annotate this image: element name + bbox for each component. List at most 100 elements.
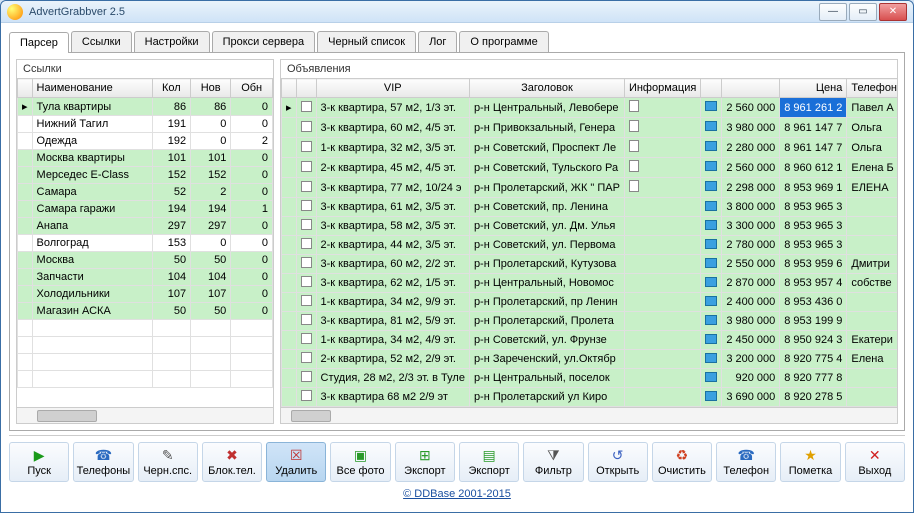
toolbar-Очистить[interactable]: ♻Очистить — [652, 442, 712, 482]
footer: © DDBase 2001-2015 — [9, 484, 905, 504]
link-row[interactable]: Нижний Тагил19100 — [18, 116, 273, 133]
ad-row[interactable]: 1-к квартира, 34 м2, 9/9 эт.р-н Пролетар… — [282, 293, 898, 312]
vip-checkbox[interactable] — [301, 257, 312, 268]
toolbar-Черн.спс.[interactable]: ✎Черн.спс. — [138, 442, 198, 482]
vip-checkbox[interactable] — [301, 181, 312, 192]
link-row[interactable]: ▸Тула квартиры86860 — [18, 98, 273, 116]
toolbar-Открыть[interactable]: ↺Открыть — [588, 442, 648, 482]
toolbar-Все фото[interactable]: ▣Все фото — [330, 442, 390, 482]
photo-icon — [705, 239, 717, 249]
photo-icon — [705, 181, 717, 191]
minimize-button[interactable]: — — [819, 3, 847, 21]
photo-icon — [705, 121, 717, 131]
links-title: Ссылки — [17, 60, 273, 78]
ad-row[interactable]: 3-к квартира, 58 м2, 3/5 эт.р-н Советски… — [282, 217, 898, 236]
links-pane: Ссылки НаименованиеКолНовОбн▸Тула кварти… — [16, 59, 274, 424]
toolbar-Пометка[interactable]: ★Пометка — [780, 442, 840, 482]
link-row[interactable]: Холодильники1071070 — [18, 286, 273, 303]
tab-bar: ПарсерСсылкиНастройкиПрокси сервераЧерны… — [9, 31, 905, 53]
link-row[interactable]: Анапа2972970 — [18, 218, 273, 235]
toolbar-Телефоны[interactable]: ☎Телефоны — [73, 442, 133, 482]
toolbar-Телефон[interactable]: ☎Телефон — [716, 442, 776, 482]
link-row[interactable]: Самара5220 — [18, 184, 273, 201]
link-row[interactable]: Москва квартиры1011010 — [18, 150, 273, 167]
photo-icon — [705, 277, 717, 287]
photo-icon — [705, 161, 717, 171]
photo-icon — [705, 101, 717, 111]
ad-row[interactable]: 3-к квартира, 81 м2, 5/9 эт.р-н Пролетар… — [282, 312, 898, 331]
link-row[interactable]: Одежда19202 — [18, 133, 273, 150]
toolbar-Выход[interactable]: ✕Выход — [845, 442, 905, 482]
ad-row[interactable]: 2-к квартира, 52 м2, 2/9 эт.р-н Зареченс… — [282, 350, 898, 369]
ad-row[interactable]: 3-к квартира, 60 м2, 4/5 эт.р-н Привокза… — [282, 118, 898, 138]
link-row[interactable]: Мерседес E-Class1521520 — [18, 167, 273, 184]
vip-checkbox[interactable] — [301, 200, 312, 211]
ad-row[interactable]: 3-к квартира, 77 м2, 10/24 эр-н Пролетар… — [282, 178, 898, 198]
tab-6[interactable]: О программе — [459, 31, 548, 52]
ad-row[interactable]: 3-к квартира, 62 м2, 1/5 эт.р-н Централь… — [282, 274, 898, 293]
vip-checkbox[interactable] — [301, 276, 312, 287]
doc-icon — [629, 140, 639, 152]
ad-row[interactable]: 1-к квартира, 32 м2, 3/5 эт.р-н Советски… — [282, 138, 898, 158]
toolbar-Экспорт[interactable]: ⊞Экспорт — [395, 442, 455, 482]
vip-checkbox[interactable] — [301, 314, 312, 325]
vip-checkbox[interactable] — [301, 238, 312, 249]
vip-checkbox[interactable] — [301, 333, 312, 344]
toolbar-Блок.тел.[interactable]: ✖Блок.тел. — [202, 442, 262, 482]
ad-row[interactable]: 3-к квартира, 61 м2, 3/5 эт.р-н Советски… — [282, 198, 898, 217]
vip-checkbox[interactable] — [301, 101, 312, 112]
vip-checkbox[interactable] — [301, 390, 312, 401]
vip-checkbox[interactable] — [301, 161, 312, 172]
tab-2[interactable]: Настройки — [134, 31, 210, 52]
doc-icon — [629, 120, 639, 132]
ad-row[interactable]: 1-к квартира, 34 м2, 4/9 эт.р-н Советски… — [282, 331, 898, 350]
photo-icon — [705, 201, 717, 211]
ad-row[interactable]: Студия, 28 м2, 2/3 эт. в Тулер-н Централ… — [282, 369, 898, 388]
link-row[interactable]: Москва50500 — [18, 252, 273, 269]
vip-checkbox[interactable] — [301, 295, 312, 306]
links-hscroll[interactable] — [17, 407, 273, 423]
close-button[interactable]: ✕ — [879, 3, 907, 21]
tab-0[interactable]: Парсер — [9, 32, 69, 53]
ad-row[interactable]: 3-к квартира, 60 м2, 2/2 эт.р-н Пролетар… — [282, 255, 898, 274]
ad-row[interactable]: ▸3-к квартира, 57 м2, 1/3 эт.р-н Централ… — [282, 98, 898, 118]
photo-icon — [705, 296, 717, 306]
footer-link[interactable]: © DDBase 2001-2015 — [403, 488, 511, 500]
doc-icon — [629, 100, 639, 112]
toolbar-Пуск[interactable]: ▶Пуск — [9, 442, 69, 482]
photo-icon — [705, 141, 717, 151]
photo-icon — [705, 258, 717, 268]
link-row[interactable]: Волгоград15300 — [18, 235, 273, 252]
app-window: AdvertGrabbver 2.5 — ▭ ✕ ПарсерСсылкиНас… — [0, 0, 914, 513]
link-row[interactable]: Самара гаражи1941941 — [18, 201, 273, 218]
ad-row[interactable]: 2-к квартира, 45 м2, 4/5 эт.р-н Советски… — [282, 158, 898, 178]
doc-icon — [629, 160, 639, 172]
vip-checkbox[interactable] — [301, 371, 312, 382]
app-icon — [7, 4, 23, 20]
tab-4[interactable]: Черный список — [317, 31, 416, 52]
vip-checkbox[interactable] — [301, 219, 312, 230]
tab-3[interactable]: Прокси сервера — [212, 31, 316, 52]
links-grid[interactable]: НаименованиеКолНовОбн▸Тула квартиры86860… — [17, 78, 273, 407]
titlebar: AdvertGrabbver 2.5 — ▭ ✕ — [1, 1, 913, 23]
toolbar-Фильтр[interactable]: ⧩Фильтр — [523, 442, 583, 482]
ad-row[interactable]: 3-к квартира 68 м2 2/9 этр-н Пролетарски… — [282, 388, 898, 407]
tab-5[interactable]: Лог — [418, 31, 457, 52]
ads-grid[interactable]: VIPЗаголовокИнформацияЦенаТелефон ♦Конта… — [281, 78, 897, 407]
vip-checkbox[interactable] — [301, 141, 312, 152]
toolbar-Удалить[interactable]: ☒Удалить — [266, 442, 326, 482]
vip-checkbox[interactable] — [301, 121, 312, 132]
toolbar: ▶Пуск☎Телефоны✎Черн.спс.✖Блок.тел.☒Удали… — [9, 435, 905, 484]
photo-icon — [705, 334, 717, 344]
vip-checkbox[interactable] — [301, 352, 312, 363]
tab-1[interactable]: Ссылки — [71, 31, 132, 52]
link-row[interactable]: Запчасти1041040 — [18, 269, 273, 286]
toolbar-Экспорт[interactable]: ▤Экспорт — [459, 442, 519, 482]
ad-row[interactable]: 2-к квартира, 44 м2, 3/5 эт.р-н Советски… — [282, 236, 898, 255]
ads-hscroll[interactable] — [281, 407, 897, 423]
doc-icon — [629, 180, 639, 192]
content-area: ПарсерСсылкиНастройкиПрокси сервераЧерны… — [1, 23, 913, 512]
ads-title: Объявления — [281, 60, 897, 78]
maximize-button[interactable]: ▭ — [849, 3, 877, 21]
link-row[interactable]: Магазин АСКА50500 — [18, 303, 273, 320]
